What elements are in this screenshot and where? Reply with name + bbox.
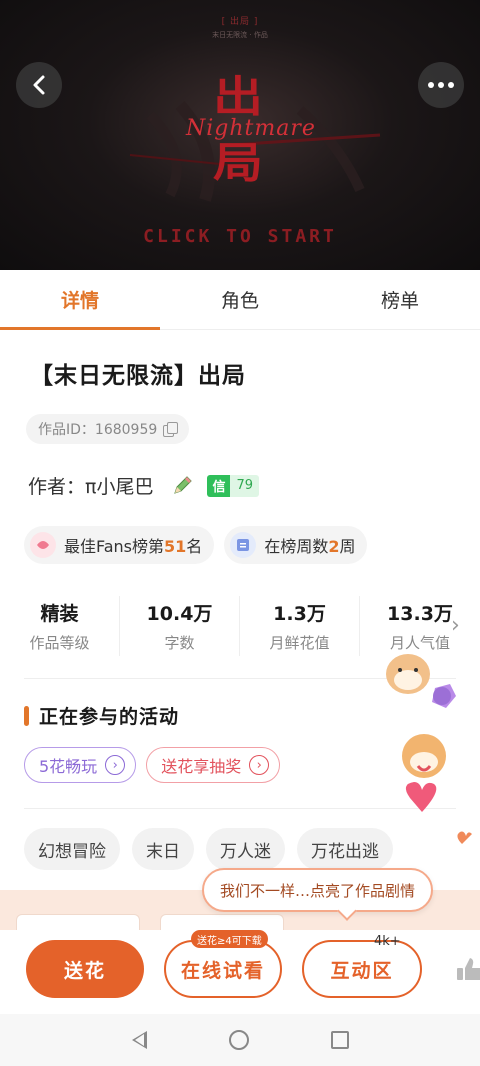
- tab-characters[interactable]: 角色: [160, 270, 320, 329]
- more-options-button[interactable]: [418, 62, 464, 108]
- logo-english-text: Nightmare: [186, 116, 316, 141]
- logo-character-top: 出: [213, 71, 263, 122]
- author-name[interactable]: π小尾巴: [85, 472, 153, 499]
- fans-rank-text: 最佳Fans榜第51名: [64, 537, 203, 556]
- interaction-zone-button[interactable]: 互动区: [302, 940, 422, 998]
- system-recent-apps-icon[interactable]: [330, 1031, 349, 1049]
- activity-flower-lottery[interactable]: 送花享抽奖 ›: [146, 747, 281, 783]
- stat-label: 月鲜花值: [269, 634, 330, 652]
- weeks-on-list-pill[interactable]: 在榜周数2周: [224, 526, 368, 564]
- plot-tip-bubble[interactable]: 我们不一样…点亮了作品剧情: [202, 868, 434, 912]
- download-hint-badge: 送花≥4可下载: [191, 930, 268, 948]
- activities-row: 5花畅玩 › 送花享抽奖 ›: [24, 747, 281, 783]
- stat-level: 精装 作品等级: [0, 596, 120, 656]
- stat-value: 1.3万: [273, 603, 326, 625]
- tag-item[interactable]: 幻想冒险: [24, 828, 120, 870]
- arrow-right-icon: ›: [105, 755, 126, 775]
- stat-value: 精装: [40, 603, 79, 625]
- activity-five-flower-play[interactable]: 5花畅玩 ›: [24, 747, 137, 783]
- stat-value: 13.3万: [387, 603, 453, 625]
- tag-item[interactable]: 万花出逃: [297, 828, 393, 870]
- cover-banner[interactable]: [ 出局 ] 末日无限流 · 作品 出 局 Nightmare CLICK TO…: [0, 0, 480, 270]
- tab-rankings[interactable]: 榜单: [320, 270, 480, 329]
- chevron-right-icon[interactable]: ›: [451, 613, 460, 638]
- tag-row: 幻想冒险 末日 万人迷 万花出逃: [24, 828, 393, 870]
- stat-label: 作品等级: [29, 634, 90, 652]
- work-id-pill[interactable]: 作品ID：1680959: [26, 414, 190, 444]
- pencil-icon: [174, 475, 193, 494]
- fans-icon: [30, 532, 56, 558]
- activities-title: 正在参与的活动: [24, 702, 179, 729]
- banner-mini-title: [ 出局 ]: [221, 17, 259, 27]
- more-dots-icon: [428, 82, 454, 88]
- system-home-icon[interactable]: [228, 1030, 249, 1050]
- trust-badge-value: 79: [230, 474, 260, 497]
- thumbs-up-icon[interactable]: [455, 956, 480, 982]
- logo-character-bottom: 局: [213, 137, 263, 188]
- list-icon: [230, 532, 257, 558]
- rank-pill-row: 最佳Fans榜第51名 在榜周数2周: [24, 526, 368, 564]
- stat-word-count: 10.4万 字数: [120, 596, 240, 656]
- banner-mini-sub: 末日无限流 · 作品: [212, 31, 268, 39]
- chevron-left-icon: [33, 75, 45, 95]
- work-id-text: 作品ID：1680959: [38, 422, 158, 438]
- stat-label: 字数: [164, 634, 195, 652]
- stats-row[interactable]: 精装 作品等级 10.4万 字数 1.3万 月鲜花值 13.3万 月人气值: [0, 596, 480, 656]
- trust-badge: 信 79: [207, 474, 260, 497]
- stat-monthly-flowers: 1.3万 月鲜花值: [240, 596, 360, 656]
- activity-label: 送花享抽奖: [161, 757, 242, 776]
- system-back-icon[interactable]: [131, 1031, 147, 1049]
- fans-rank-pill[interactable]: 最佳Fans榜第51名: [24, 526, 215, 564]
- system-navigation-bar: [0, 1014, 480, 1066]
- back-button[interactable]: [16, 62, 62, 108]
- stat-value: 10.4万: [146, 603, 213, 625]
- activity-label: 5花畅玩: [39, 757, 98, 776]
- arrow-right-icon: ›: [249, 755, 270, 775]
- weeks-on-list-text: 在榜周数2周: [264, 537, 356, 556]
- tag-item[interactable]: 末日: [132, 828, 194, 870]
- tab-details[interactable]: 详情: [0, 270, 160, 330]
- stat-monthly-popularity: 13.3万 月人气值: [360, 596, 480, 656]
- mascot-stickers[interactable]: [380, 648, 472, 868]
- bottom-action-bar: 送花 在线试看 送花≥4可下载 互动区 4k+: [0, 930, 480, 1014]
- author-row: 作者： π小尾巴 信 79: [28, 472, 260, 499]
- tag-item[interactable]: 万人迷: [206, 828, 285, 870]
- work-title: 【末日无限流】出局: [30, 363, 246, 389]
- trust-badge-key: 信: [207, 474, 231, 497]
- send-flower-button[interactable]: 送花: [26, 940, 144, 998]
- online-preview-button[interactable]: 在线试看: [164, 940, 282, 998]
- author-label: 作者：: [28, 476, 86, 498]
- click-to-start-text[interactable]: CLICK TO START: [0, 226, 480, 247]
- tab-bar: 详情 角色 榜单: [0, 270, 480, 330]
- interaction-count: 4k+: [374, 934, 401, 949]
- copy-icon[interactable]: [163, 422, 179, 437]
